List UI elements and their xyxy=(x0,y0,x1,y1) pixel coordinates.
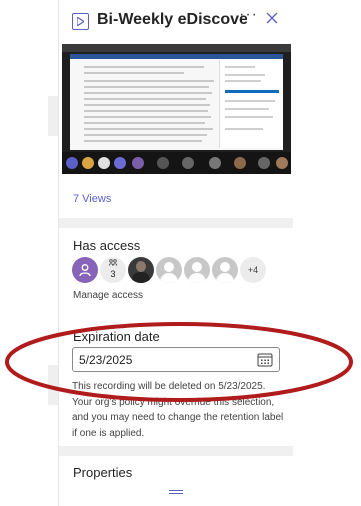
background-app-strip xyxy=(0,0,58,506)
placeholder-avatar[interactable] xyxy=(156,257,182,283)
placeholder-avatar[interactable] xyxy=(184,257,210,283)
section-divider xyxy=(59,446,293,456)
panel-title: Bi-Weekly eDiscovery & ... xyxy=(97,11,247,28)
thumbnail-browser-tabs xyxy=(62,44,291,52)
more-icon[interactable]: ··· xyxy=(239,6,258,24)
profile-photo-avatar[interactable] xyxy=(128,257,154,283)
expiration-date-heading: Expiration date xyxy=(73,329,160,344)
details-panel: Bi-Weekly eDiscovery & ... ··· xyxy=(58,0,293,506)
user-avatar[interactable] xyxy=(72,257,98,283)
group-avatar[interactable]: 3 xyxy=(100,257,126,283)
properties-heading: Properties xyxy=(73,465,133,480)
group-member-count: 3 xyxy=(110,269,116,279)
close-icon[interactable] xyxy=(264,10,280,26)
background-list-item xyxy=(48,96,58,136)
resize-grip-handle[interactable] xyxy=(169,490,183,494)
has-access-heading: Has access xyxy=(73,238,141,253)
manage-access-link[interactable]: Manage access xyxy=(73,290,143,301)
people-group-icon xyxy=(109,259,117,267)
calendar-icon[interactable] xyxy=(257,352,273,367)
video-file-icon xyxy=(72,13,89,30)
person-icon xyxy=(79,264,91,277)
thumbnail-screen-share xyxy=(70,54,283,150)
section-divider xyxy=(59,218,293,228)
more-people-badge[interactable]: +4 xyxy=(240,257,266,283)
panel-header: Bi-Weekly eDiscovery & ... ··· xyxy=(59,0,293,42)
expiration-date-value: 5/23/2025 xyxy=(79,353,133,367)
recording-thumbnail[interactable] xyxy=(62,44,291,174)
placeholder-avatar[interactable] xyxy=(212,257,238,283)
thumbnail-participant-strip xyxy=(62,152,291,174)
background-list-item xyxy=(48,365,58,405)
access-avatar-list: 3 +4 xyxy=(72,257,287,283)
expiration-description: This recording will be deleted on 5/23/2… xyxy=(72,381,284,439)
views-count[interactable]: 7 Views xyxy=(73,193,111,205)
expiration-date-input[interactable]: 5/23/2025 xyxy=(72,347,280,372)
